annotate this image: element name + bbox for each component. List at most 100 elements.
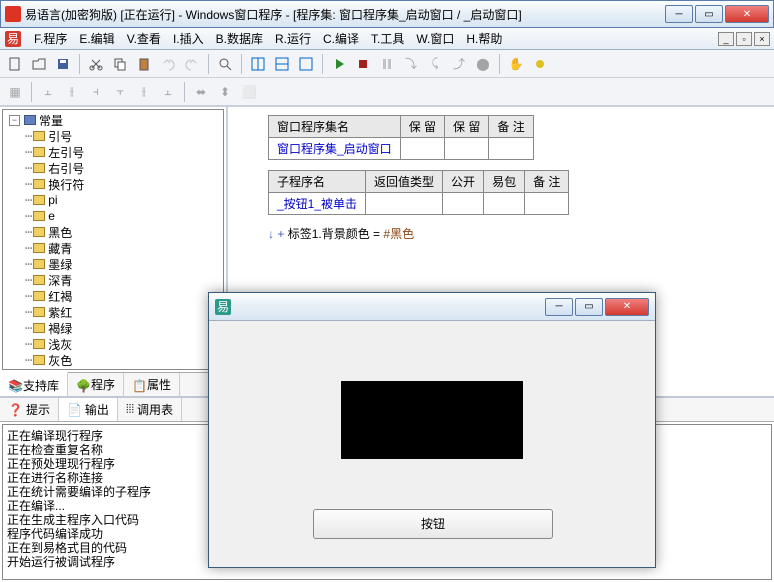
new-icon[interactable] (4, 53, 26, 75)
toolbar-layout: ▦ ⫠ ⫲ ⫞ ⫟ ⫲ ⫠ ⬌ ⬍ ⬜ (0, 78, 774, 106)
menu-help[interactable]: H.帮助 (460, 28, 508, 49)
align-left-icon[interactable]: ⫠ (37, 81, 59, 103)
dialog-maximize-button[interactable]: ▭ (575, 298, 603, 316)
tree-item[interactable]: ⋯蓝色 (5, 368, 221, 370)
paste-icon[interactable] (133, 53, 155, 75)
grid-icon[interactable]: ▦ (4, 81, 26, 103)
tree-item-label: 浅灰 (48, 336, 72, 353)
tree-item[interactable]: ⋯藏青 (5, 240, 221, 256)
table-cell[interactable] (445, 138, 489, 160)
tree-item[interactable]: ⋯墨绿 (5, 256, 221, 272)
align-top-icon[interactable]: ⫟ (109, 81, 131, 103)
run-icon[interactable] (328, 53, 350, 75)
menu-view[interactable]: V.查看 (121, 28, 167, 49)
maximize-button[interactable]: ▭ (695, 5, 723, 23)
tab-properties[interactable]: 📋属性 (124, 373, 180, 396)
tab-support-lib[interactable]: 📚支持库 (0, 372, 68, 396)
tree-item[interactable]: ⋯左引号 (5, 144, 221, 160)
stepout-icon[interactable]: ⤴ (448, 53, 470, 75)
menu-run[interactable]: R.运行 (269, 28, 317, 49)
tree-item[interactable]: ⋯浅灰 (5, 336, 221, 352)
constants-tree[interactable]: − 常量 ⋯引号⋯左引号⋯右引号⋯换行符⋯pi⋯e⋯黑色⋯藏青⋯墨绿⋯深青⋯红褐… (2, 109, 224, 370)
stepover-icon[interactable]: ⤵ (400, 53, 422, 75)
pause-icon[interactable] (376, 53, 398, 75)
tree-item[interactable]: ⋯深青 (5, 272, 221, 288)
align-right-icon[interactable]: ⫞ (85, 81, 107, 103)
dialog-titlebar[interactable]: 易 ─ ▭ ✕ (209, 293, 655, 321)
tree-root[interactable]: − 常量 (5, 112, 221, 128)
col-header: 子程序名 (269, 171, 366, 193)
tree-item[interactable]: ⋯e (5, 208, 221, 224)
tab-callstack[interactable]: ⦙⦙⦙调用表 (118, 398, 182, 421)
table-cell[interactable] (525, 193, 569, 215)
stop-icon[interactable] (352, 53, 374, 75)
table-cell[interactable] (489, 138, 533, 160)
tree-item[interactable]: ⋯紫红 (5, 304, 221, 320)
collapse-icon[interactable]: − (9, 115, 20, 126)
hand-icon[interactable]: ✋ (505, 53, 527, 75)
menu-compile[interactable]: C.编译 (317, 28, 365, 49)
menu-database[interactable]: B.数据库 (210, 28, 269, 49)
col-header: 返回值类型 (366, 171, 443, 193)
same-size-icon[interactable]: ⬜ (238, 81, 260, 103)
tree-item[interactable]: ⋯黑色 (5, 224, 221, 240)
same-height-icon[interactable]: ⬍ (214, 81, 236, 103)
mdi-restore-button[interactable]: ▫ (736, 32, 752, 46)
tree-item[interactable]: ⋯引号 (5, 128, 221, 144)
table-cell[interactable]: 窗口程序集_启动窗口 (269, 138, 401, 160)
code-line[interactable]: ↓ + 标签1.背景颜色 = #黑色 (268, 225, 766, 242)
table-cell[interactable] (366, 193, 443, 215)
dialog-minimize-button[interactable]: ─ (545, 298, 573, 316)
cut-icon[interactable] (85, 53, 107, 75)
save-icon[interactable] (52, 53, 74, 75)
redo-icon[interactable] (181, 53, 203, 75)
undo-icon[interactable] (157, 53, 179, 75)
copy-icon[interactable] (109, 53, 131, 75)
find-icon[interactable] (214, 53, 236, 75)
mdi-close-button[interactable]: × (754, 32, 770, 46)
layout2-icon[interactable] (271, 53, 293, 75)
const-icon (33, 243, 45, 253)
tree-item[interactable]: ⋯灰色 (5, 352, 221, 368)
left-panel: − 常量 ⋯引号⋯左引号⋯右引号⋯换行符⋯pi⋯e⋯黑色⋯藏青⋯墨绿⋯深青⋯红褐… (0, 107, 228, 396)
table-cell[interactable] (443, 193, 484, 215)
tree-item[interactable]: ⋯褐绿 (5, 320, 221, 336)
menu-insert[interactable]: I.插入 (167, 28, 210, 49)
same-width-icon[interactable]: ⬌ (190, 81, 212, 103)
tree-item[interactable]: ⋯pi (5, 192, 221, 208)
menu-tools[interactable]: T.工具 (365, 28, 410, 49)
dialog-close-button[interactable]: ✕ (605, 298, 649, 316)
tab-output[interactable]: 📄输出 (59, 398, 118, 421)
table-cell[interactable] (484, 193, 525, 215)
close-button[interactable]: ✕ (725, 5, 769, 23)
menu-edit[interactable]: E.编辑 (73, 28, 120, 49)
tab-hint[interactable]: ❓提示 (0, 398, 59, 421)
tree-item[interactable]: ⋯红褐 (5, 288, 221, 304)
table-cell[interactable]: _按钮1_被单击 (269, 193, 366, 215)
stack-icon: ⦙⦙⦙ (126, 402, 134, 417)
bug-icon[interactable] (529, 53, 551, 75)
minimize-button[interactable]: ─ (665, 5, 693, 23)
mdi-minimize-button[interactable]: _ (718, 32, 734, 46)
stepin-icon[interactable]: ⤹ (424, 53, 446, 75)
dialog-button[interactable]: 按钮 (313, 509, 553, 539)
menu-window[interactable]: W.窗口 (410, 28, 460, 49)
tree-item-label: 深青 (48, 272, 72, 289)
align-bottom-icon[interactable]: ⫠ (157, 81, 179, 103)
app-icon (5, 6, 21, 22)
menu-program[interactable]: F.程序 (28, 28, 73, 49)
left-tabs: 📚支持库 🌳程序 📋属性 (0, 372, 226, 396)
breakpoint-icon[interactable]: ⬤ (472, 53, 494, 75)
const-icon (33, 147, 45, 157)
tree-item[interactable]: ⋯右引号 (5, 160, 221, 176)
tree-item[interactable]: ⋯换行符 (5, 176, 221, 192)
layout3-icon[interactable] (295, 53, 317, 75)
open-icon[interactable] (28, 53, 50, 75)
layout1-icon[interactable] (247, 53, 269, 75)
tab-program[interactable]: 🌳程序 (68, 373, 124, 396)
align-center-icon[interactable]: ⫲ (61, 81, 83, 103)
table-cell[interactable] (400, 138, 444, 160)
title-bar: 易语言(加密狗版) [正在运行] - Windows窗口程序 - [程序集: 窗… (0, 0, 774, 28)
const-icon (33, 259, 45, 269)
align-middle-icon[interactable]: ⫲ (133, 81, 155, 103)
